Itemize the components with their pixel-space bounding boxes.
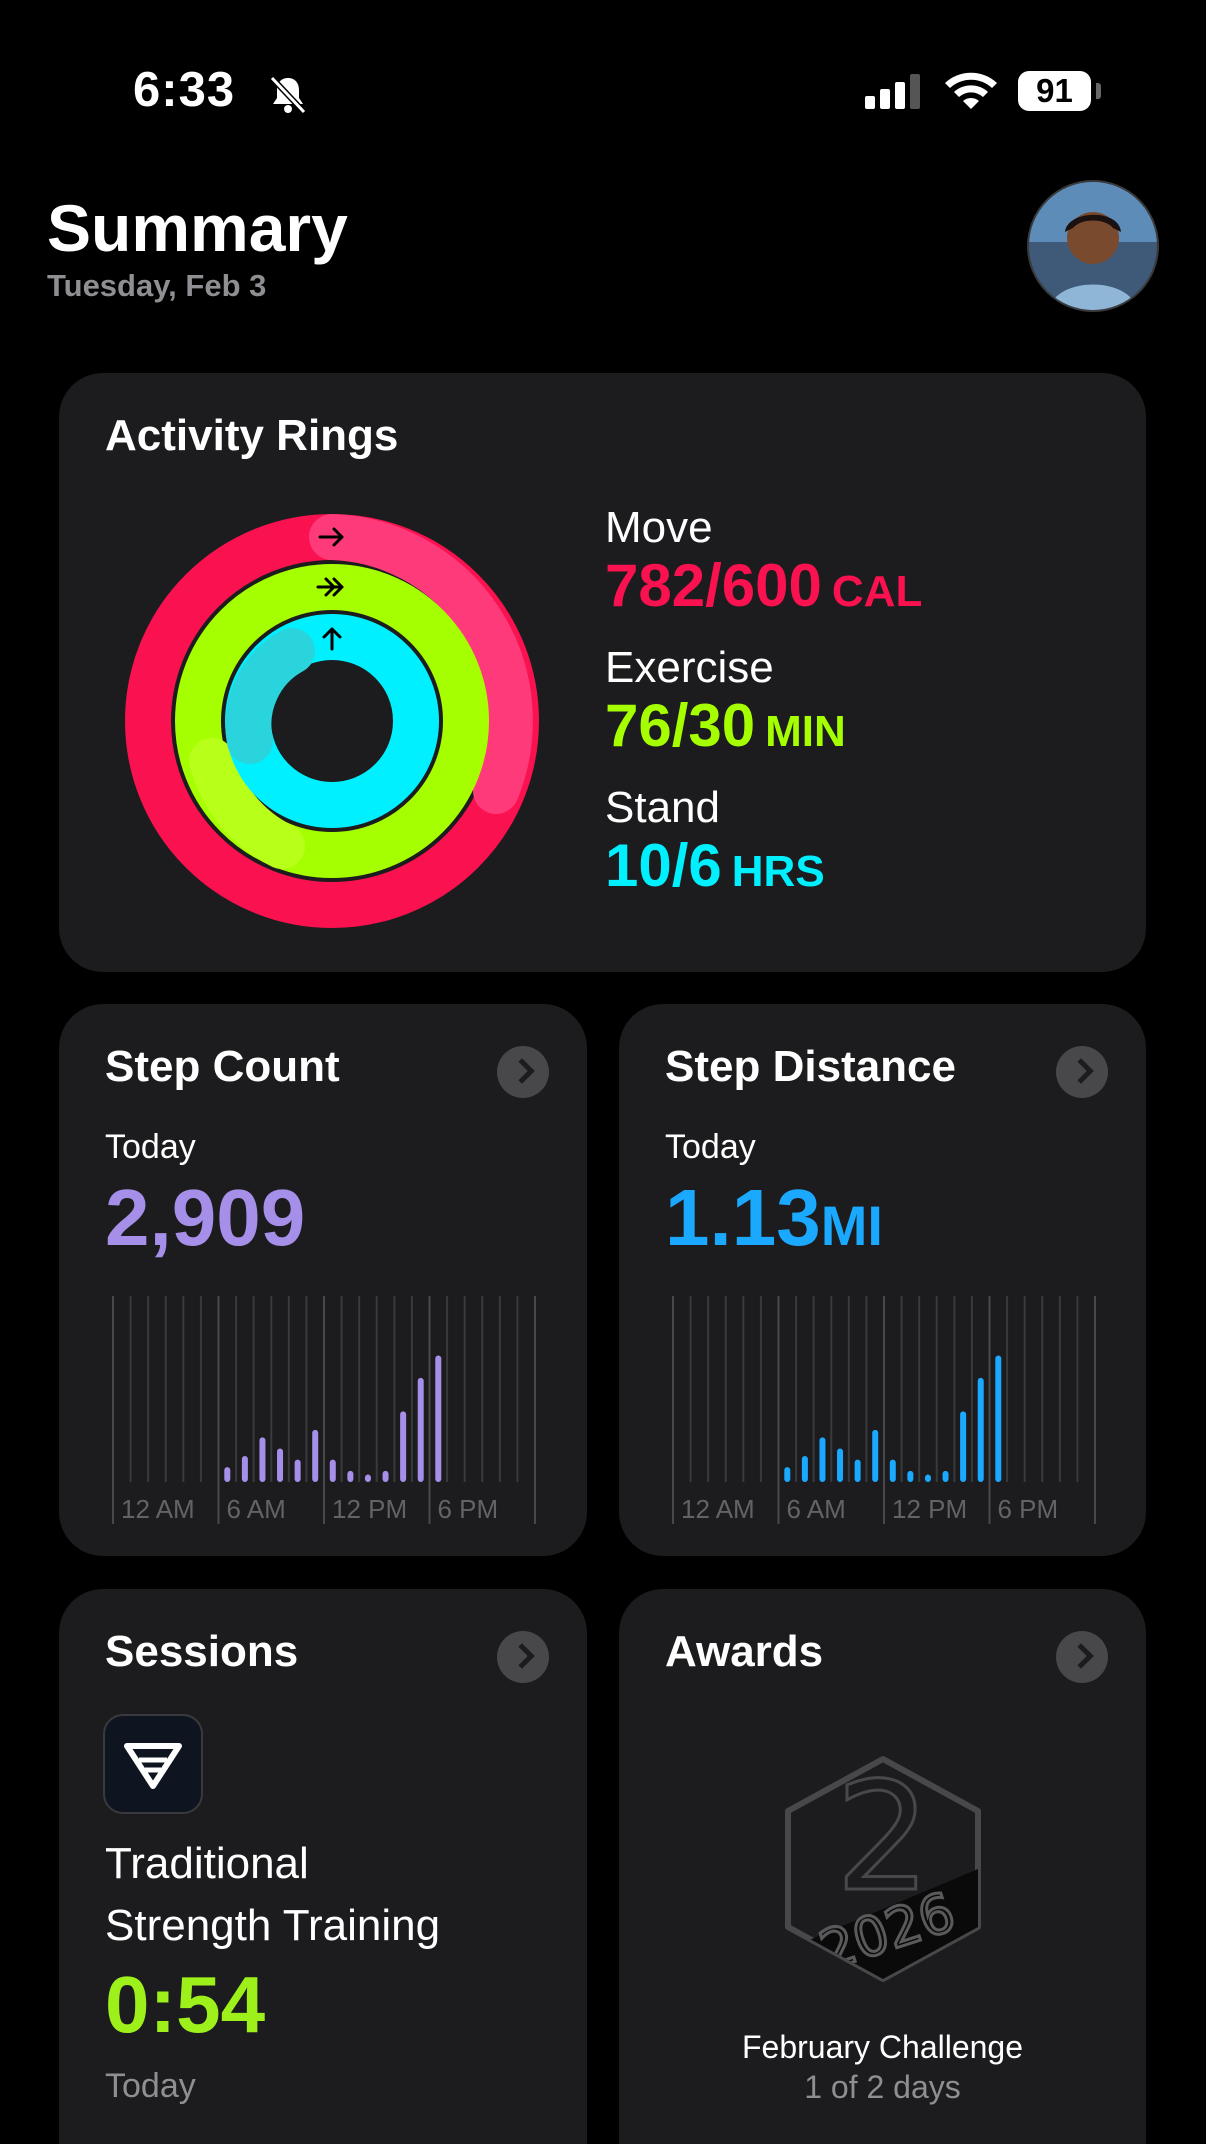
- chart-bar: [417, 1377, 424, 1482]
- chart-bar: [889, 1459, 896, 1482]
- chart-bar: [960, 1411, 967, 1482]
- february-challenge-badge-icon: 2 2026: [785, 1756, 981, 1982]
- chart-tick-label: 12 AM: [681, 1494, 755, 1524]
- chart-bar: [329, 1459, 336, 1482]
- activity-rings-title: Activity Rings: [105, 411, 399, 460]
- stand-value-number: 10/6: [605, 832, 722, 899]
- sessions-title: Sessions: [105, 1627, 299, 1676]
- exercise-label: Exercise: [605, 643, 774, 692]
- move-label: Move: [605, 503, 713, 552]
- chart-bar: [784, 1467, 791, 1482]
- award-challenge-name: February Challenge: [741, 2029, 1024, 2065]
- activity-rings-card[interactable]: Activity Rings Move 782/600 CAL Exercise …: [59, 373, 1146, 972]
- avatar-photo-icon: [1029, 182, 1157, 310]
- chart-bar: [241, 1455, 248, 1482]
- chart-bar: [347, 1470, 354, 1482]
- chart-bar: [924, 1474, 931, 1482]
- step-count-title: Step Count: [105, 1042, 340, 1091]
- step-count-chevron-icon[interactable]: [497, 1046, 549, 1098]
- step-count-card[interactable]: Step Count Today 2,909 12 AM 6 AM 12 PM 6 P…: [59, 1004, 587, 1556]
- awards-chevron-icon[interactable]: [1056, 1631, 1108, 1683]
- session-name-line1: Traditional: [105, 1839, 309, 1888]
- step-distance-period: Today: [665, 1128, 756, 1166]
- chart-tick-label: 12 PM: [332, 1494, 407, 1524]
- step-distance-title: Step Distance: [665, 1042, 956, 1091]
- awards-card[interactable]: Awards 2 2026 February Challenge 1 of 2 …: [619, 1589, 1146, 2144]
- exercise-value-number: 76/30: [605, 692, 756, 759]
- move-unit: CAL: [831, 567, 923, 616]
- chart-bar: [277, 1448, 284, 1482]
- chart-bar: [312, 1429, 319, 1482]
- step-distance-number: 1.13: [665, 1173, 821, 1262]
- step-distance-value: 1.13MI: [665, 1172, 883, 1264]
- page-title: Summary: [47, 191, 348, 265]
- sessions-card[interactable]: Sessions Traditional Strength Training 0…: [59, 1589, 587, 2144]
- step-distance-chart: 12 AM 6 AM 12 PM 6 PM: [672, 1296, 1096, 1524]
- page-date: Tuesday, Feb 3: [47, 268, 267, 303]
- award-progress: 1 of 2 days: [804, 2069, 961, 2105]
- step-distance-unit: MI: [820, 1194, 883, 1257]
- awards-title: Awards: [665, 1627, 824, 1676]
- step-count-chart: 12 AM 6 AM 12 PM 6 PM: [112, 1296, 536, 1524]
- session-name-line2: Strength Training: [105, 1901, 441, 1950]
- chart-bar: [907, 1470, 914, 1482]
- silent-bell-icon: [269, 75, 307, 115]
- chart-bar: [224, 1467, 231, 1482]
- step-count-period: Today: [105, 1128, 196, 1166]
- chart-bar: [995, 1355, 1002, 1482]
- step-distance-card[interactable]: Step Distance Today 1.13MI 12 AM 6 AM 12 P…: [619, 1004, 1146, 1556]
- status-time: 6:33: [133, 63, 236, 117]
- profile-avatar[interactable]: [1027, 180, 1159, 312]
- chart-bar: [872, 1429, 879, 1482]
- strength-app-icon: [103, 1714, 203, 1814]
- cellular-signal-icon: [865, 73, 921, 109]
- move-value-number: 782/600: [605, 552, 822, 619]
- chart-bar: [364, 1474, 371, 1482]
- move-value: 782/600 CAL: [605, 551, 922, 620]
- chart-bar: [294, 1459, 301, 1482]
- stand-unit: HRS: [731, 847, 825, 896]
- step-count-value: 2,909: [105, 1173, 306, 1262]
- activity-rings-chart: [125, 514, 539, 928]
- stand-ring-overlap: [225, 628, 315, 764]
- chart-bar: [854, 1459, 861, 1482]
- chart-bar: [801, 1455, 808, 1482]
- battery-tip: [1096, 83, 1101, 99]
- chart-bar: [977, 1377, 984, 1482]
- chart-bar: [819, 1437, 826, 1482]
- step-distance-chevron-icon[interactable]: [1056, 1046, 1108, 1098]
- chart-tick-label: 6 AM: [227, 1494, 286, 1524]
- exercise-value: 76/30 MIN: [605, 691, 846, 760]
- chart-bar: [942, 1470, 949, 1482]
- stand-value: 10/6 HRS: [605, 831, 825, 900]
- chart-bar: [382, 1470, 389, 1482]
- sessions-chevron-icon[interactable]: [497, 1631, 549, 1683]
- battery-indicator: 91: [1018, 71, 1091, 111]
- chart-bar: [837, 1448, 844, 1482]
- chart-tick-label: 6 PM: [998, 1494, 1059, 1524]
- chart-tick-label: 6 AM: [787, 1494, 846, 1524]
- chart-bar: [400, 1411, 407, 1482]
- chart-tick-label: 6 PM: [438, 1494, 499, 1524]
- wifi-icon: [945, 72, 997, 109]
- session-duration: 0:54: [105, 1960, 266, 2049]
- stand-label: Stand: [605, 783, 720, 832]
- chart-bar: [259, 1437, 266, 1482]
- chart-bar: [435, 1355, 442, 1482]
- chart-tick-label: 12 PM: [892, 1494, 967, 1524]
- session-when: Today: [105, 2067, 196, 2105]
- exercise-unit: MIN: [765, 707, 846, 756]
- chart-tick-label: 12 AM: [121, 1494, 195, 1524]
